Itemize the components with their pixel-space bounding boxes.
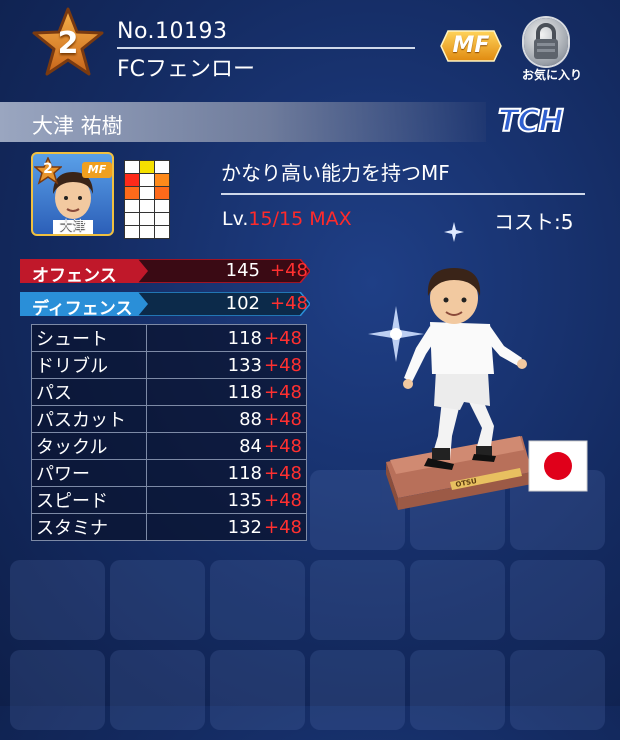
position-label: MF xyxy=(452,33,490,58)
level-prefix: Lv. xyxy=(222,208,249,230)
defense-bar: ディフェンス 102 +48 xyxy=(20,292,310,319)
offense-bonus: +48 xyxy=(270,260,308,281)
stat-label: スタミナ xyxy=(31,513,147,541)
stat-value: 84 xyxy=(239,435,262,457)
offense-bar: オフェンス 145 +48 xyxy=(20,259,310,286)
stat-row: パスカット 88 +48 xyxy=(31,405,307,433)
offense-label: オフェンス xyxy=(32,266,117,286)
divider xyxy=(221,193,585,195)
ghost-row xyxy=(0,650,620,740)
stat-label: タックル xyxy=(31,432,147,460)
position-formation-grid xyxy=(124,160,170,239)
player-name: 大津 祐樹 xyxy=(32,114,123,138)
stat-value: 88 xyxy=(239,408,262,430)
stat-value: 118 xyxy=(227,462,262,484)
portrait-position-badge: MF xyxy=(82,162,112,178)
lock-icon xyxy=(534,23,558,59)
stat-row: シュート 118 +48 xyxy=(31,324,307,352)
favorite-lock-button[interactable] xyxy=(524,18,568,66)
favorite-label: お気に入り xyxy=(521,68,582,82)
stat-row: パワー 118 +48 xyxy=(31,459,307,487)
stat-row: ドリブル 133 +48 xyxy=(31,351,307,379)
stat-bonus: +48 xyxy=(264,408,302,430)
stat-label: ドリブル xyxy=(31,351,147,379)
stat-bonus: +48 xyxy=(264,462,302,484)
defense-bonus: +48 xyxy=(270,293,308,314)
stat-row: パス 118 +48 xyxy=(31,378,307,406)
stat-label: パワー xyxy=(31,459,147,487)
defense-label: ディフェンス xyxy=(32,299,133,319)
portrait-name: 大津 xyxy=(59,219,86,234)
stat-row: スタミナ 132 +48 xyxy=(31,513,307,541)
offense-value: 145 xyxy=(225,260,260,281)
stat-bonus: +48 xyxy=(264,435,302,457)
ghost-row xyxy=(0,560,620,650)
japan-flag-icon xyxy=(528,440,588,492)
stat-label: パスカット xyxy=(31,405,147,433)
stat-value: 118 xyxy=(227,381,262,403)
defense-value: 102 xyxy=(225,293,260,314)
stat-row: スピード 135 +48 xyxy=(31,486,307,514)
card-number: No.10193 xyxy=(117,19,228,44)
level-value: 15/15 MAX xyxy=(248,208,352,230)
stat-value: 118 xyxy=(227,327,262,349)
stat-row: タックル 84 +48 xyxy=(31,432,307,460)
portrait-rarity-number: 2 xyxy=(43,161,53,177)
player-description: かなり高い能力を持つMF xyxy=(221,161,450,185)
stat-bonus: +48 xyxy=(264,516,302,538)
stat-label: スピード xyxy=(31,486,147,514)
stat-bonus: +48 xyxy=(264,489,302,511)
stat-value: 133 xyxy=(227,354,262,376)
club-name: FCフェンロー xyxy=(117,57,256,82)
stat-value: 132 xyxy=(227,516,262,538)
divider xyxy=(117,47,415,49)
stat-label: シュート xyxy=(31,324,147,352)
stat-value: 135 xyxy=(227,489,262,511)
level-text: Lv.15/15 MAX xyxy=(222,208,352,230)
stat-bonus: +48 xyxy=(264,354,302,376)
cost-text: コスト:5 xyxy=(494,210,574,234)
rarity-number: 2 xyxy=(57,26,79,61)
stat-bonus: +48 xyxy=(264,381,302,403)
stat-bonus: +48 xyxy=(264,327,302,349)
stats-table: シュート 118 +48 ドリブル 133 +48 パス 118 +48 パスカット 88 +4… xyxy=(31,324,307,541)
stat-label: パス xyxy=(31,378,147,406)
team-tag: TCH xyxy=(497,103,565,140)
sparkle-icon xyxy=(444,222,464,242)
